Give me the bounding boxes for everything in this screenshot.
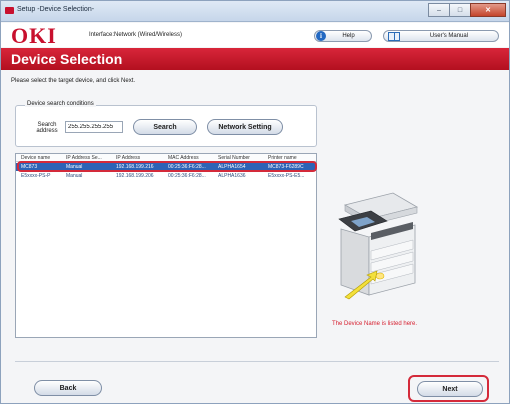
app-icon bbox=[5, 7, 14, 14]
instruction-text: Please select the target device, and cli… bbox=[11, 78, 136, 84]
page-banner: Device Selection bbox=[1, 48, 509, 70]
selected-row-highlight bbox=[17, 161, 317, 172]
footer-divider bbox=[15, 361, 499, 362]
search-address-input[interactable] bbox=[65, 121, 123, 133]
title-bar: Setup -Device Selection- – □ ✕ bbox=[1, 1, 509, 22]
device-name-caption: The Device Name is listed here. bbox=[332, 321, 418, 327]
interface-label: Interface:Network (Wired/Wireless) bbox=[89, 32, 183, 38]
next-button[interactable]: Next bbox=[417, 381, 483, 397]
maximize-button[interactable]: □ bbox=[449, 3, 471, 17]
cell-ip-address: 192.168.199.206 bbox=[116, 173, 154, 179]
help-button-label: Help bbox=[342, 33, 355, 39]
setup-window: Setup -Device Selection- – □ ✕ OKI Inter… bbox=[0, 0, 510, 404]
app-header: OKI Interface:Network (Wired/Wireless) i… bbox=[1, 23, 509, 47]
search-button[interactable]: Search bbox=[133, 119, 197, 135]
network-setting-button[interactable]: Network Setting bbox=[207, 119, 283, 135]
close-button[interactable]: ✕ bbox=[470, 3, 506, 17]
users-manual-label: User's Manual bbox=[429, 33, 469, 39]
back-button[interactable]: Back bbox=[34, 380, 102, 396]
printer-illustration bbox=[338, 192, 419, 300]
info-icon: i bbox=[316, 31, 326, 41]
cell-mac-address: 00:25:36:F6:28... bbox=[168, 173, 206, 179]
cell-serial-number: ALPHA1636 bbox=[218, 173, 246, 179]
users-manual-button[interactable]: User's Manual bbox=[383, 30, 499, 42]
window-controls: – □ ✕ bbox=[428, 3, 506, 17]
device-list[interactable]: Device name IP Address Se... IP Address … bbox=[15, 153, 317, 338]
book-icon bbox=[388, 31, 400, 41]
page-title: Device Selection bbox=[11, 51, 123, 67]
help-button[interactable]: i Help bbox=[314, 30, 372, 42]
cell-printer-name: E5xxxx-PS-E5... bbox=[268, 173, 305, 179]
window-title: Setup -Device Selection- bbox=[17, 6, 95, 13]
table-row[interactable]: E5xxxx-PS-P Manual 192.168.199.206 00:25… bbox=[16, 172, 316, 180]
minimize-button[interactable]: – bbox=[428, 3, 450, 17]
search-conditions-label: Device search conditions bbox=[25, 101, 96, 107]
cell-ip-setting: Manual bbox=[66, 173, 83, 179]
oki-logo: OKI bbox=[11, 23, 57, 48]
cell-device-name: E5xxxx-PS-P bbox=[21, 173, 51, 179]
search-address-label: Search address bbox=[36, 122, 58, 134]
